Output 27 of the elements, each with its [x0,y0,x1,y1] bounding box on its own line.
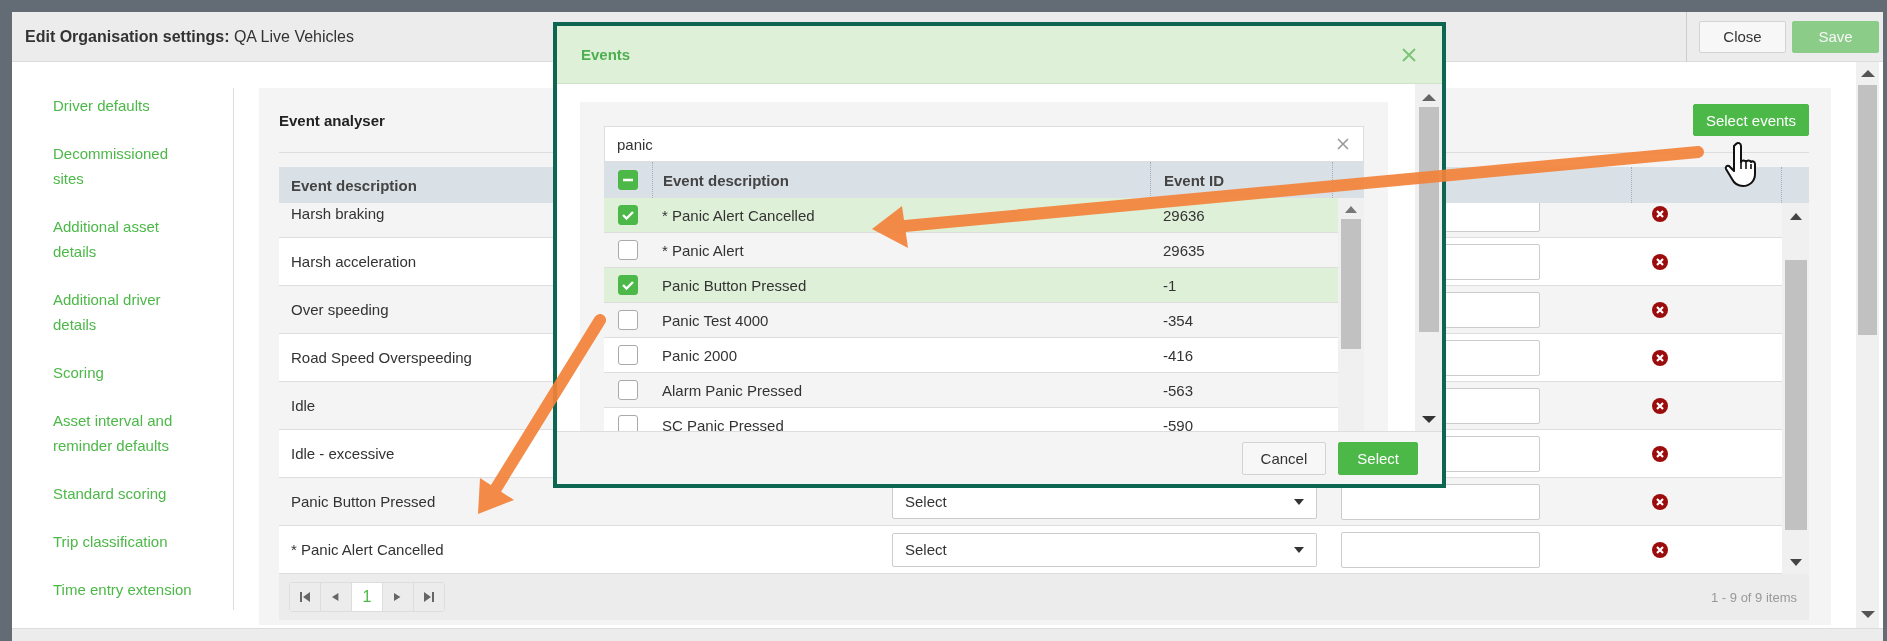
table-cell-text: Panic Button Pressed [661,276,808,294]
dialog-title: Events [581,46,631,63]
table-cell: Harsh braking [291,205,385,222]
table-cell-text: -563 [1162,381,1195,399]
table-cell-text: SC Panic Pressed [661,416,785,431]
table-cell-text: 29636 [1162,206,1206,224]
table-cell-text: 29635 [1162,241,1206,259]
table-cell-text: -1 [1162,276,1178,294]
table-cell: Panic Button Pressed [291,493,436,510]
table-cell-text: Alarm Panic Pressed [661,381,804,399]
table-cell: Idle - excessive [291,445,395,462]
pager-summary: 1 - 9 of 9 items [1711,589,1797,605]
table-cell-text: -416 [1162,346,1195,364]
table-cell-text: Panic Test 4000 [661,311,770,329]
section-title: Event analyser [279,111,385,129]
table-cell: Road Speed Overspeeding [291,349,472,366]
table-cell: Over speeding [291,301,389,318]
table-cell-text: -590 [1162,416,1195,431]
table-cell-text: * Panic Alert [661,241,745,259]
table-cell: * Panic Alert Cancelled [291,541,444,558]
table-cell-text: -354 [1162,311,1195,329]
table-cell-text: * Panic Alert Cancelled [661,206,816,224]
window-title: Edit Organisation settings: QA Live Vehicles [25,27,354,46]
table-cell: Harsh acceleration [291,253,417,270]
table-cell: Idle [291,397,316,414]
table-cell-text: Panic 2000 [661,346,739,364]
column-header: Event description [291,176,417,194]
